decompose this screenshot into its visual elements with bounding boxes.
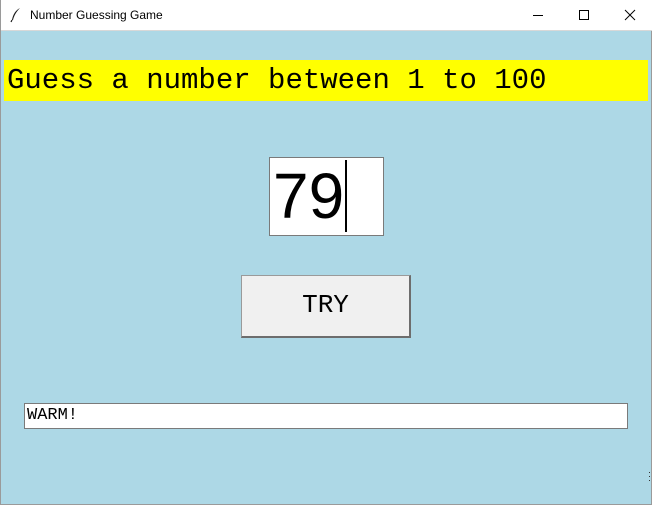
maximize-button[interactable] bbox=[561, 0, 607, 30]
title-bar[interactable]: Number Guessing Game bbox=[1, 0, 652, 31]
try-button[interactable]: TRY bbox=[241, 275, 411, 338]
close-button[interactable] bbox=[607, 0, 652, 30]
close-icon bbox=[624, 9, 636, 21]
game-window: Number Guessing Game Guess a number betw… bbox=[0, 0, 652, 505]
resize-grip-icon[interactable] bbox=[648, 470, 651, 482]
minimize-button[interactable] bbox=[515, 0, 561, 30]
guess-input[interactable]: 79 bbox=[269, 157, 384, 236]
minimize-icon bbox=[533, 15, 543, 16]
window-title: Number Guessing Game bbox=[30, 8, 163, 22]
instruction-heading: Guess a number between 1 to 100 bbox=[4, 60, 648, 101]
maximize-icon bbox=[579, 10, 589, 20]
text-caret bbox=[345, 160, 348, 232]
result-display: WARM! bbox=[24, 403, 628, 429]
guess-value: 79 bbox=[273, 160, 345, 232]
feather-icon bbox=[9, 7, 23, 23]
